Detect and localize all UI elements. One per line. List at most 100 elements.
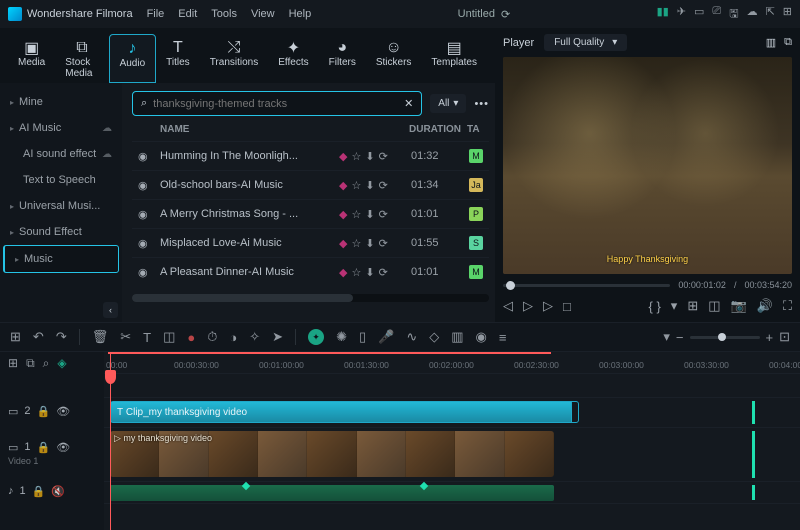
sidebar-item-text-to-speech[interactable]: Text to Speech [0,167,122,193]
fullscreen-icon[interactable]: ⛶ [783,298,792,314]
chart-icon[interactable]: ▥ [451,329,463,345]
enhance-icon[interactable]: ✺ [336,329,347,345]
range-marker[interactable] [752,485,755,500]
menu-icon[interactable]: ≡ [499,330,507,345]
more-icon[interactable]: ⟳ [379,150,388,163]
sidebar-item-ai-sound-effect[interactable]: AI sound effect☁ [0,141,122,167]
chevron-down-icon[interactable]: ▾ [663,329,670,345]
play-button[interactable]: ▷ [523,298,533,314]
more-icon[interactable]: ⟳ [379,179,388,192]
more-icon[interactable]: ⟳ [379,208,388,221]
sparkle-icon[interactable]: ✧ [249,329,260,345]
visibility-icon[interactable]: 👁 [56,441,70,454]
track-head-title-2[interactable]: ▭2🔒👁 [0,396,104,426]
crop-tool-icon[interactable]: ◫ [163,329,175,345]
col-name[interactable]: NAME [160,124,337,135]
track-row[interactable]: ◉Humming In The Moonligh...◆☆⬇⟳01:32M [132,141,489,170]
track-row[interactable]: ◉Old-school bars-AI Music◆☆⬇⟳01:34Ja [132,170,489,199]
arrow-icon[interactable]: ➤ [272,329,283,345]
tab-titles[interactable]: TTitles [156,34,200,83]
video-track[interactable]: ▷ my thanksgiving video [104,428,800,482]
tab-filters[interactable]: ◕Filters [319,34,366,83]
menu-tools[interactable]: Tools [211,8,237,20]
cloud-icon[interactable]: ☁ [747,5,758,24]
sidebar-item-mine[interactable]: ▸Mine [0,89,122,115]
zoom-out-icon[interactable]: − [676,330,684,345]
sync-icon[interactable]: ⟳ [501,8,510,21]
redo-icon[interactable]: ↷ [56,329,67,345]
pin-icon[interactable]: ◉ [476,329,487,345]
track-row[interactable]: ◉A Merry Christmas Song - ...◆☆⬇⟳01:01P [132,199,489,228]
col-duration[interactable]: DURATION [409,124,467,135]
panel-icon[interactable]: ▭ [694,5,704,24]
lock-icon[interactable]: 🔒 [37,405,51,418]
monitor-icon[interactable]: ⎚ [712,5,721,24]
sidebar-item-sound-effect[interactable]: ▸Sound Effect [0,219,122,245]
download-icon[interactable]: ⬇ [365,237,374,250]
tab-stickers[interactable]: ☺Stickers [366,34,422,83]
ai-button[interactable]: ✦ [308,329,324,345]
track-head-video-1[interactable]: ▭1🔒👁 Video 1 [0,426,104,480]
link-icon[interactable]: ⧉ [26,356,35,371]
favorite-icon[interactable]: ☆ [351,237,361,250]
markers-icon[interactable]: { } [648,299,660,314]
track-row[interactable]: ◉Misplaced Love-Ai Music◆☆⬇⟳01:55S [132,228,489,257]
quality-dropdown[interactable]: Full Quality▾ [544,34,627,51]
horizontal-scrollbar[interactable] [132,294,489,302]
download-icon[interactable]: ⬇ [365,179,374,192]
save-icon[interactable]: 🖫 [729,5,738,24]
send-icon[interactable]: ✈ [677,5,686,24]
clear-icon[interactable]: ✕ [404,97,413,110]
tab-transitions[interactable]: ⤭Transitions [200,34,269,83]
col-tags[interactable]: TA [467,124,483,135]
track-head-audio-1[interactable]: ♪1🔒🔇 [0,480,104,502]
lock-icon[interactable]: 🔒 [32,485,46,498]
audio-tool-icon[interactable]: ∿ [406,329,417,345]
next-frame-button[interactable]: ▷ [543,298,553,314]
menu-file[interactable]: File [147,8,165,20]
gift-icon[interactable]: ▮▮ [657,5,669,24]
filter-dropdown[interactable]: All▾ [430,94,466,113]
preview-viewport[interactable]: Happy Thanksgiving [503,57,792,274]
zoom-in-icon[interactable]: + [766,330,774,345]
download-icon[interactable]: ⬇ [365,208,374,221]
play-icon[interactable]: ◉ [138,237,160,250]
sidebar-item-universal-music[interactable]: ▸Universal Musi... [0,193,122,219]
layout-icon[interactable]: ⊞ [8,356,18,370]
prev-frame-button[interactable]: ◁ [503,298,513,314]
download-icon[interactable]: ⬇ [365,266,374,279]
favorite-icon[interactable]: ☆ [351,179,361,192]
color-icon[interactable]: ◑ [229,330,237,345]
camera-icon[interactable]: 📷 [731,298,747,314]
play-icon[interactable]: ◉ [138,150,160,163]
range-marker[interactable] [752,431,755,478]
record-icon[interactable]: ● [187,330,195,345]
favorite-icon[interactable]: ☆ [351,266,361,279]
tab-stock-media[interactable]: ⧉Stock Media [55,34,108,83]
scrub-bar[interactable] [503,284,670,287]
magnet-icon[interactable]: ⌕ [43,356,50,371]
speed-icon[interactable]: ⏱ [207,329,217,345]
menu-help[interactable]: Help [289,8,312,20]
play-icon[interactable]: ◉ [138,208,160,221]
play-icon[interactable]: ◉ [138,179,160,192]
compare-icon[interactable]: ▥ [766,36,776,49]
more-icon[interactable]: ⟳ [379,237,388,250]
undo-icon[interactable]: ↶ [33,329,44,345]
volume-icon[interactable]: 🔊 [757,298,773,314]
play-icon[interactable]: ◉ [138,266,160,279]
tab-audio[interactable]: ♪Audio [109,34,157,83]
sidebar-item-ai-music[interactable]: ▸AI Music☁ [0,115,122,141]
ruler-icon[interactable]: ⊞ [687,298,698,314]
download-icon[interactable]: ⬇ [365,150,374,163]
visibility-icon[interactable]: 👁 [56,405,70,418]
playhead[interactable] [110,352,111,530]
keyframe-icon[interactable]: ◇ [429,329,439,345]
menu-edit[interactable]: Edit [178,8,197,20]
sidebar-item-music[interactable]: ▸Music [3,245,119,273]
search-box[interactable]: ⌕ ✕ [132,91,422,116]
favorite-icon[interactable]: ☆ [351,150,361,163]
grid-icon[interactable]: ⊞ [783,5,792,24]
apps-icon[interactable]: ⊞ [10,329,21,345]
cut-icon[interactable]: ✂ [120,329,131,345]
